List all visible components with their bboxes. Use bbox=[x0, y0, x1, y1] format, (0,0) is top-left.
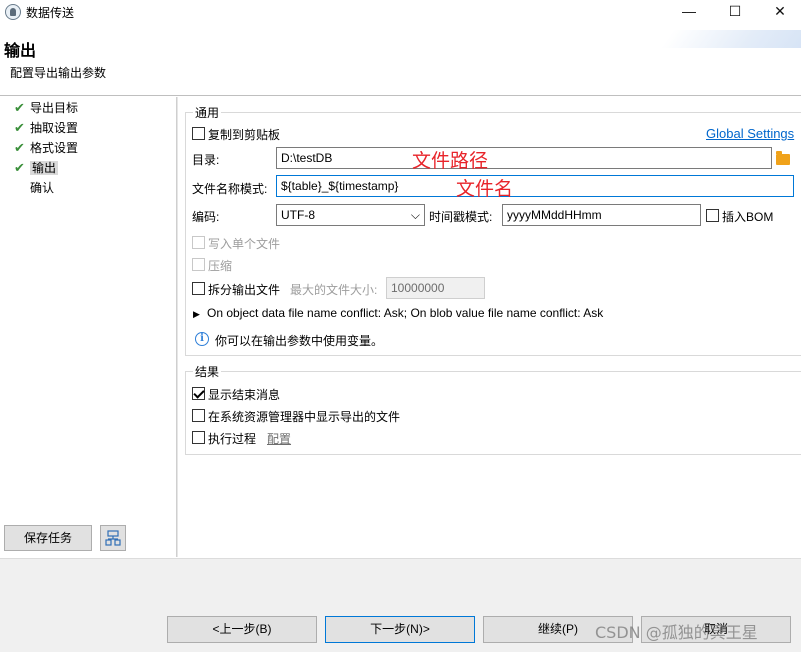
timestamp-pattern-label: 时间戳模式: bbox=[429, 210, 493, 224]
info-icon: i bbox=[195, 332, 209, 346]
file-name-pattern-label: 文件名称模式: bbox=[192, 182, 268, 196]
sidebar-item-label: 导出目标 bbox=[30, 101, 79, 115]
encoding-select[interactable]: UTF-8 ⌵ bbox=[276, 204, 425, 226]
sidebar-divider bbox=[176, 97, 178, 557]
conflict-policy-text[interactable]: On object data file name conflict: Ask; … bbox=[207, 306, 603, 320]
file-name-pattern-input[interactable]: ${table}_${timestamp} bbox=[276, 175, 794, 197]
show-in-explorer-checkbox[interactable] bbox=[192, 409, 205, 422]
info-text: 你可以在输出参数中使用变量。 bbox=[215, 334, 384, 348]
header-decoration bbox=[661, 30, 801, 48]
encoding-value: UTF-8 bbox=[281, 208, 315, 222]
page-description: 配置导出输出参数 bbox=[10, 66, 107, 80]
wizard-header: 输出 配置导出输出参数 bbox=[0, 24, 801, 96]
split-output-checkbox[interactable] bbox=[192, 282, 205, 295]
check-icon: ✔ bbox=[14, 100, 25, 115]
sidebar-item-confirm[interactable]: 确认 bbox=[14, 179, 54, 197]
app-icon bbox=[5, 4, 21, 20]
output-settings-panel: 通用 复制到剪贴板 Global Settings 目录: D:\testDB … bbox=[179, 97, 801, 557]
sidebar-item-label: 确认 bbox=[30, 181, 55, 195]
split-output-label: 拆分输出文件 bbox=[208, 283, 281, 297]
close-button[interactable]: ✕ bbox=[757, 0, 801, 24]
page-title: 输出 bbox=[4, 43, 37, 60]
copy-to-clipboard-checkbox[interactable] bbox=[192, 127, 205, 140]
folder-icon[interactable] bbox=[776, 151, 790, 165]
show-finish-message-checkbox[interactable] bbox=[192, 387, 205, 400]
file-name-annotation: 文件名 bbox=[456, 178, 514, 200]
check-icon: ✔ bbox=[14, 120, 25, 135]
sidebar-item-label: 输出 bbox=[30, 161, 59, 175]
execute-process-label: 执行过程 bbox=[208, 432, 257, 446]
sidebar-item-extract-settings[interactable]: ✔ 抽取设置 bbox=[14, 119, 78, 137]
directory-annotation: 文件路径 bbox=[412, 150, 489, 172]
window-title: 数据传送 bbox=[26, 6, 75, 20]
show-in-explorer-label: 在系统资源管理器中显示导出的文件 bbox=[208, 410, 401, 424]
check-icon: ✔ bbox=[14, 160, 25, 175]
sidebar-item-label: 格式设置 bbox=[30, 141, 79, 155]
check-icon: ✔ bbox=[14, 140, 25, 155]
title-bar: 数据传送 — ☐ ✕ bbox=[0, 0, 801, 24]
encoding-label: 编码: bbox=[192, 210, 220, 224]
next-button[interactable]: 下一步(N)> bbox=[325, 616, 475, 643]
directory-label: 目录: bbox=[192, 153, 220, 167]
sidebar-item-label: 抽取设置 bbox=[30, 121, 79, 135]
save-task-button[interactable]: 保存任务 bbox=[4, 525, 92, 551]
expand-arrow-icon[interactable]: ▶ bbox=[193, 309, 200, 320]
chevron-down-icon: ⌵ bbox=[410, 208, 420, 222]
task-config-icon bbox=[105, 530, 121, 546]
show-finish-message-label: 显示结束消息 bbox=[208, 388, 281, 402]
back-button[interactable]: <上一步(B) bbox=[167, 616, 317, 643]
sidebar-item-format-settings[interactable]: ✔ 格式设置 bbox=[14, 139, 78, 157]
write-single-file-checkbox[interactable] bbox=[192, 236, 205, 249]
copy-to-clipboard-label: 复制到剪贴板 bbox=[208, 128, 281, 142]
general-group-title: 通用 bbox=[193, 104, 222, 121]
timestamp-pattern-input[interactable]: yyyyMMddHHmm bbox=[502, 204, 701, 226]
maximize-button[interactable]: ☐ bbox=[712, 0, 758, 24]
result-group-title: 结果 bbox=[193, 363, 222, 380]
task-config-button[interactable] bbox=[100, 525, 126, 551]
insert-bom-label: 插入BOM bbox=[722, 210, 774, 224]
compress-checkbox[interactable] bbox=[192, 258, 205, 271]
max-file-size-input[interactable]: 10000000 bbox=[386, 277, 485, 299]
sidebar-item-export-target[interactable]: ✔ 导出目标 bbox=[14, 99, 78, 117]
configure-link[interactable]: 配置 bbox=[267, 430, 291, 447]
compress-label: 压缩 bbox=[208, 259, 233, 273]
watermark: CSDN @孤独的冥王星 bbox=[595, 623, 758, 642]
insert-bom-checkbox[interactable] bbox=[706, 209, 719, 222]
directory-input[interactable]: D:\testDB bbox=[276, 147, 772, 169]
sidebar-item-output[interactable]: ✔ 输出 bbox=[14, 159, 59, 177]
minimize-button[interactable]: — bbox=[666, 0, 712, 24]
wizard-steps-sidebar: ✔ 导出目标 ✔ 抽取设置 ✔ 格式设置 ✔ 输出 确认 保存任务 bbox=[0, 97, 176, 557]
execute-process-checkbox[interactable] bbox=[192, 431, 205, 444]
write-single-file-label: 写入单个文件 bbox=[208, 237, 281, 251]
max-file-size-label: 最大的文件大小: bbox=[290, 283, 378, 297]
global-settings-link[interactable]: Global Settings bbox=[706, 126, 794, 141]
